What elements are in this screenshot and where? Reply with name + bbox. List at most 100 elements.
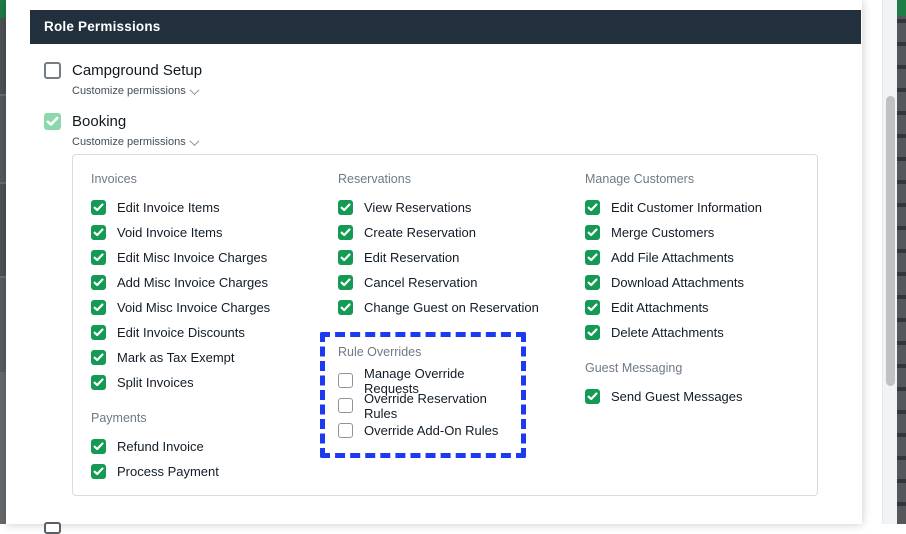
permission-row: Download Attachments xyxy=(585,270,762,295)
check-icon xyxy=(93,203,104,212)
permission-label: Split Invoices xyxy=(117,375,194,390)
permission-label: Delete Attachments xyxy=(611,325,724,340)
permission-row: Override Add-On Rules xyxy=(338,418,511,443)
permission-row: Delete Attachments xyxy=(585,320,762,345)
module-label: Booking xyxy=(72,112,127,130)
page-scrollbar-track[interactable] xyxy=(882,0,897,524)
permission-checkbox[interactable] xyxy=(91,325,106,340)
section-title: Rule Overrides xyxy=(338,345,422,359)
permission-section: Payments Refund Invoice Process Payment xyxy=(91,410,338,484)
permission-label: Change Guest on Reservation xyxy=(364,300,539,315)
permission-label: Add Misc Invoice Charges xyxy=(117,275,269,290)
customize-permissions-link[interactable]: Customize permissions xyxy=(72,84,200,97)
permission-checkbox[interactable] xyxy=(91,250,106,265)
permission-checkbox[interactable] xyxy=(585,200,600,215)
permission-checkbox[interactable] xyxy=(91,375,106,390)
module-0: Campground Setup Customize permissions xyxy=(44,60,202,97)
section-title: Guest Messaging xyxy=(585,361,683,375)
check-icon xyxy=(587,303,598,312)
permission-checkbox[interactable] xyxy=(585,389,600,404)
page-scrollbar-thumb[interactable] xyxy=(886,96,895,386)
permission-label: View Reservations xyxy=(364,200,472,215)
permission-label: Refund Invoice xyxy=(117,439,204,454)
permission-row: Edit Misc Invoice Charges xyxy=(91,245,338,270)
module-1: Booking Customize permissions xyxy=(44,111,202,148)
permission-row: Edit Invoice Items xyxy=(91,195,338,220)
permission-row: Change Guest on Reservation xyxy=(338,295,585,320)
permission-checkbox[interactable] xyxy=(91,200,106,215)
permission-checkbox[interactable] xyxy=(338,275,353,290)
module-label: Campground Setup xyxy=(72,61,203,79)
customize-permissions-link[interactable]: Customize permissions xyxy=(72,135,200,148)
permission-label: Cancel Reservation xyxy=(364,275,478,290)
permission-checkbox[interactable] xyxy=(338,300,353,315)
module-row: Booking xyxy=(44,111,202,131)
module-checkbox[interactable] xyxy=(44,61,61,79)
permission-row: Add File Attachments xyxy=(585,245,762,270)
permission-section: Guest Messaging Send Guest Messages xyxy=(585,360,762,409)
permission-section: Manage Customers Edit Customer Informati… xyxy=(585,171,762,345)
permission-checkbox[interactable] xyxy=(91,350,106,365)
check-icon xyxy=(340,228,351,237)
permission-checkbox[interactable] xyxy=(585,250,600,265)
permission-checkbox[interactable] xyxy=(338,373,353,388)
permission-label: Create Reservation xyxy=(364,225,476,240)
permission-label: Mark as Tax Exempt xyxy=(117,350,235,365)
check-icon xyxy=(93,278,104,287)
check-icon xyxy=(340,278,351,287)
permission-checkbox[interactable] xyxy=(338,200,353,215)
permission-label: Add File Attachments xyxy=(611,250,734,265)
check-icon xyxy=(340,303,351,312)
permission-checkbox[interactable] xyxy=(585,225,600,240)
permissions-column-0: Invoices Edit Invoice Items Void Invoice… xyxy=(91,171,338,484)
check-icon xyxy=(93,378,104,387)
check-icon xyxy=(93,253,104,262)
permission-row: Edit Customer Information xyxy=(585,195,762,220)
permission-section: Invoices Edit Invoice Items Void Invoice… xyxy=(91,171,338,395)
check-icon xyxy=(587,328,598,337)
permission-checkbox[interactable] xyxy=(338,250,353,265)
permission-label: Edit Customer Information xyxy=(611,200,763,215)
check-icon xyxy=(340,253,351,262)
permission-row: Refund Invoice xyxy=(91,434,338,459)
chevron-down-icon xyxy=(189,84,200,95)
permission-checkbox[interactable] xyxy=(585,275,600,290)
permission-checkbox[interactable] xyxy=(338,423,353,438)
permission-label: Override Add-On Rules xyxy=(364,423,499,438)
permission-row: Mark as Tax Exempt xyxy=(91,345,338,370)
permission-checkbox[interactable] xyxy=(91,464,106,479)
permission-label: Edit Attachments xyxy=(611,300,709,315)
role-permissions-screen: { "modal": { "title": "Role Permissions"… xyxy=(0,0,906,534)
permission-checkbox[interactable] xyxy=(91,300,106,315)
permission-label: Void Misc Invoice Charges xyxy=(117,300,271,315)
permission-section: Reservations View Reservations Create Re… xyxy=(338,171,585,320)
permission-row: Send Guest Messages xyxy=(585,384,762,409)
permission-row: Split Invoices xyxy=(91,370,338,395)
permission-label: Merge Customers xyxy=(611,225,715,240)
check-icon xyxy=(93,467,104,476)
permission-checkbox[interactable] xyxy=(338,225,353,240)
permission-checkbox[interactable] xyxy=(91,225,106,240)
permission-label: Void Invoice Items xyxy=(117,225,223,240)
check-icon xyxy=(340,203,351,212)
permission-row: Add Misc Invoice Charges xyxy=(91,270,338,295)
section-title: Invoices xyxy=(91,172,137,186)
permission-row: Void Misc Invoice Charges xyxy=(91,295,338,320)
permission-row: Edit Invoice Discounts xyxy=(91,320,338,345)
module-checkbox[interactable] xyxy=(44,112,61,130)
highlighted-section: Rule Overrides Manage Override Requests … xyxy=(320,332,526,458)
permission-checkbox[interactable] xyxy=(91,439,106,454)
permission-row: Process Payment xyxy=(91,459,338,484)
permission-label: Override Reservation Rules xyxy=(364,390,487,421)
check-icon xyxy=(46,116,59,126)
permission-checkbox[interactable] xyxy=(338,398,353,413)
check-icon xyxy=(93,353,104,362)
role-permissions-modal: Role Permissions Campground Setup Custom… xyxy=(6,0,862,534)
permission-checkbox[interactable] xyxy=(91,275,106,290)
permission-checkbox[interactable] xyxy=(585,300,600,315)
permission-label: Process Payment xyxy=(117,464,219,479)
module-list: Campground Setup Customize permissions B… xyxy=(44,60,202,162)
permission-checkbox[interactable] xyxy=(585,325,600,340)
permission-label: Send Guest Messages xyxy=(611,389,743,404)
check-icon xyxy=(93,228,104,237)
